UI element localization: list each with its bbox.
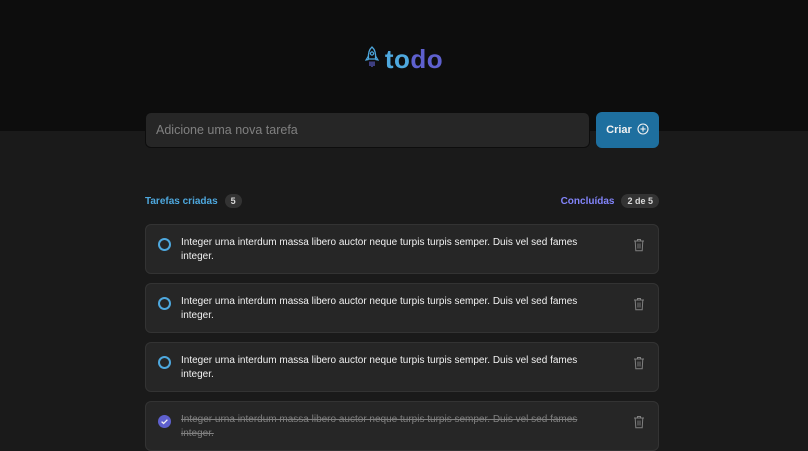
app-logo: todo	[0, 44, 808, 75]
create-button[interactable]: Criar	[596, 112, 659, 148]
check-icon	[161, 419, 168, 425]
task-checkbox[interactable]	[158, 238, 171, 251]
task-list: Integer urna interdum massa libero aucto…	[145, 224, 659, 451]
app-title: todo	[385, 44, 443, 75]
task-checkbox[interactable]	[158, 415, 171, 428]
task-item: Integer urna interdum massa libero aucto…	[145, 283, 659, 333]
task-text: Integer urna interdum massa libero aucto…	[181, 296, 578, 321]
done-count-badge: 2 de 5	[621, 194, 659, 208]
rocket-icon	[364, 46, 380, 73]
created-counter: Tarefas criadas 5	[145, 194, 242, 208]
created-label: Tarefas criadas	[145, 195, 218, 207]
done-counter: Concluídas 2 de 5	[561, 194, 659, 208]
task-item: Integer urna interdum massa libero aucto…	[145, 342, 659, 392]
trash-icon[interactable]	[633, 356, 645, 370]
trash-icon[interactable]	[633, 415, 645, 429]
create-button-label: Criar	[606, 124, 632, 136]
new-task-input[interactable]	[145, 112, 590, 148]
done-label: Concluídas	[560, 195, 615, 207]
trash-icon[interactable]	[633, 238, 645, 252]
task-counters: Tarefas criadas 5 Concluídas 2 de 5	[145, 194, 659, 208]
task-item: Integer urna interdum massa libero aucto…	[145, 401, 659, 451]
new-task-form: Criar	[145, 112, 659, 148]
task-checkbox[interactable]	[158, 297, 171, 310]
created-count-badge: 5	[224, 194, 242, 208]
task-item: Integer urna interdum massa libero aucto…	[145, 224, 659, 274]
task-text: Integer urna interdum massa libero aucto…	[181, 414, 578, 439]
plus-circle-icon	[637, 122, 649, 138]
task-text: Integer urna interdum massa libero aucto…	[181, 237, 578, 262]
trash-icon[interactable]	[633, 297, 645, 311]
task-checkbox[interactable]	[158, 356, 171, 369]
task-text: Integer urna interdum massa libero aucto…	[181, 355, 578, 380]
app-title-part1: to	[384, 44, 411, 74]
app-title-part2: do	[410, 44, 444, 74]
